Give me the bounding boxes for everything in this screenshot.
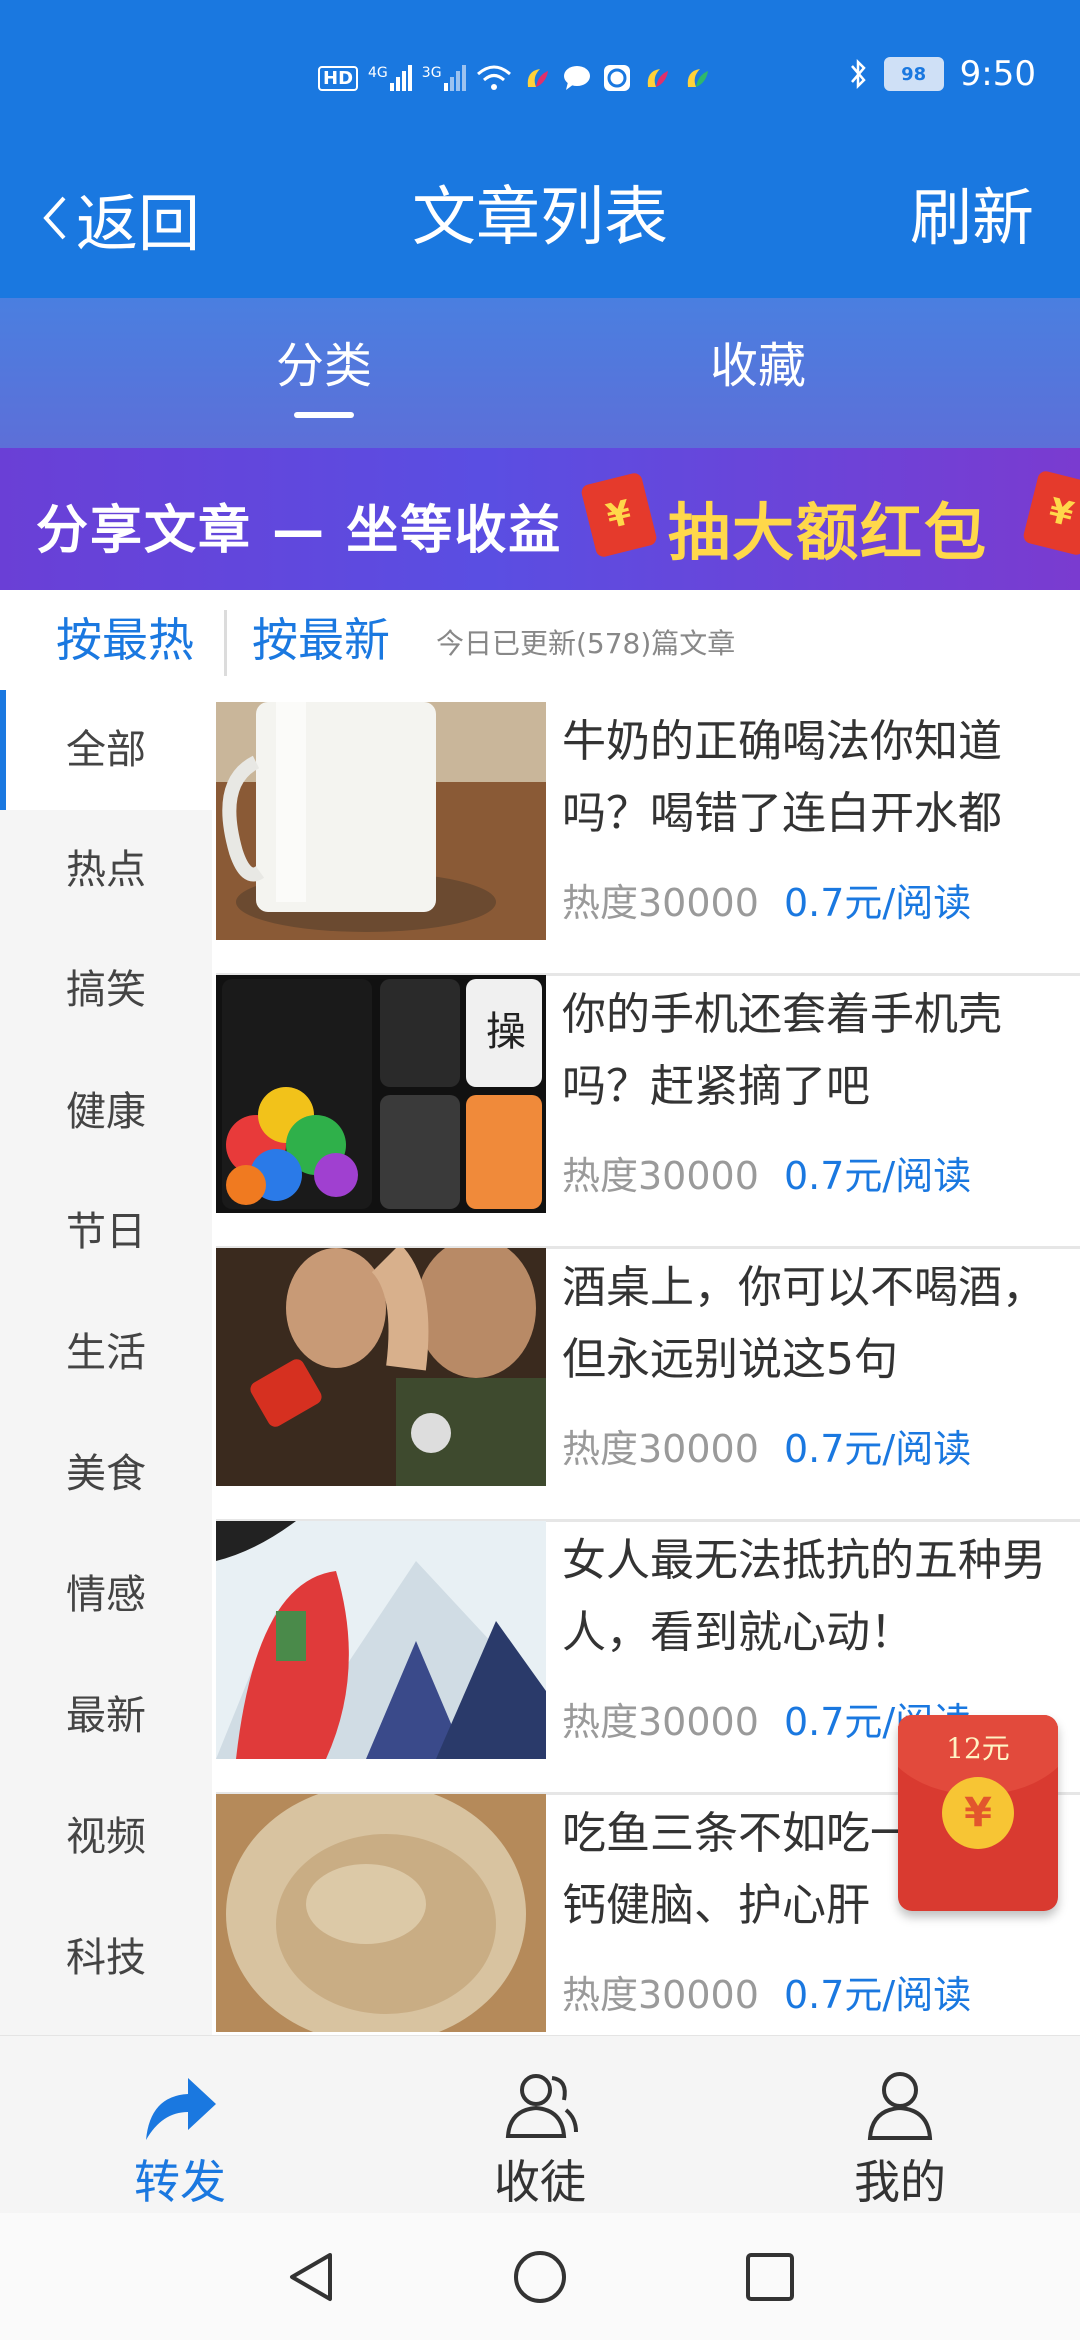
article-reward: 0.7元/阅读	[784, 1154, 972, 1198]
article-thumbnail: 操	[216, 975, 546, 1213]
sort-divider	[224, 610, 227, 676]
red-packet-amount: 12元	[946, 1732, 1010, 1765]
back-label: 返回	[76, 187, 201, 260]
status-icons: HD 4G 3G	[318, 58, 712, 98]
category-item-emotion[interactable]: 情感	[0, 1535, 212, 1655]
promo-banner[interactable]: 分享文章 — 坐等收益 ¥ 抽大额红包 ¥	[0, 448, 1080, 590]
bluetooth-icon	[850, 58, 866, 90]
article-title: 你的手机还套着手机壳吗？赶紧摘了吧	[562, 989, 1002, 1112]
system-navigation-bar	[0, 2213, 1080, 2340]
hd-indicator: HD	[318, 65, 359, 91]
article-thumbnail	[216, 1521, 546, 1759]
red-packet-icon: ¥	[579, 471, 659, 559]
users-icon	[505, 2074, 578, 2138]
red-packet-icon-2: ¥	[1021, 469, 1080, 557]
refresh-button[interactable]: 刷新	[910, 178, 1034, 258]
category-item-food[interactable]: 美食	[0, 1414, 212, 1534]
article-title: 酒桌上，你可以不喝酒，但永远别说这5句	[562, 1262, 1046, 1385]
chevron-left-icon	[43, 196, 66, 240]
article-thumbnail	[216, 1794, 546, 2032]
article-heat: 热度30000	[562, 1154, 759, 1198]
back-button[interactable]: 返回	[40, 178, 200, 260]
active-tab-indicator	[294, 412, 354, 418]
category-sidebar: 全部 热点 搞笑 健康 节日 生活 美食 情感 最新 视频 科技	[0, 690, 212, 2035]
category-item-video[interactable]: 视频	[0, 1777, 212, 1897]
recents-square-icon[interactable]	[744, 2249, 796, 2305]
article-title: 牛奶的正确喝法你知道吗？喝错了连白开水都	[562, 716, 1002, 839]
article-heat: 热度30000	[562, 881, 759, 925]
banner-left-text: 分享文章 — 坐等收益	[36, 501, 563, 561]
article-reward: 0.7元/阅读	[784, 881, 972, 925]
app-notification-icon-2	[647, 69, 668, 87]
article-thumbnail	[216, 1248, 546, 1486]
battery-indicator: 98	[883, 57, 944, 91]
nav-mine[interactable]: 我的	[720, 2036, 1080, 2214]
category-item-latest[interactable]: 最新	[0, 1656, 212, 1776]
category-item-hot[interactable]: 热点	[0, 810, 212, 930]
browser-icon	[603, 65, 630, 91]
app-notification-icon	[527, 69, 548, 87]
category-item-tech[interactable]: 科技	[0, 1898, 212, 2018]
user-icon	[867, 2072, 933, 2140]
nav-recruit[interactable]: 收徒	[360, 2036, 720, 2214]
article-item[interactable]: 牛奶的正确喝法你知道吗？喝错了连白开水都 热度30000 0.7元/阅读	[216, 700, 1080, 976]
message-icon	[563, 66, 590, 90]
sort-by-new-button[interactable]: 按最新	[252, 612, 390, 668]
status-bar: HD 4G 3G 98 9:50	[0, 0, 1080, 150]
category-item-life[interactable]: 生活	[0, 1293, 212, 1413]
category-item-health[interactable]: 健康	[0, 1052, 212, 1172]
signal-4g-label: 4G	[368, 65, 388, 81]
bottom-navigation: 转发 收徒 我的	[0, 2035, 1080, 2214]
sort-bar: 按最热 按最新 今日已更新(578)篇文章	[0, 590, 1080, 690]
nav-mine-label: 我的	[854, 2155, 946, 2209]
update-count-text: 今日已更新(578)篇文章	[436, 627, 736, 660]
article-item[interactable]: 操 你的手机还套着手机壳吗？赶紧摘了吧 热度30000 0.7元/阅读	[216, 973, 1080, 1249]
clock: 9:50	[959, 54, 1036, 94]
article-heat: 热度30000	[562, 1700, 759, 1744]
category-item-holiday[interactable]: 节日	[0, 1172, 212, 1292]
banner-right-text: 抽大额红包	[668, 496, 989, 569]
article-reward: 0.7元/阅读	[784, 1973, 972, 2017]
article-item[interactable]: 酒桌上，你可以不喝酒，但永远别说这5句 热度30000 0.7元/阅读	[216, 1246, 1080, 1522]
signal-4g-icon: 4G	[368, 65, 412, 91]
tab-bar: 分类 收藏	[0, 298, 1080, 448]
article-heat: 热度30000	[562, 1973, 759, 2017]
nav-recruit-label: 收徒	[494, 2155, 586, 2209]
article-reward: 0.7元/阅读	[784, 1427, 972, 1471]
sort-by-hot-button[interactable]: 按最热	[56, 612, 194, 668]
banner-coin-symbol: ¥	[602, 492, 636, 538]
signal-3g-icon: 3G	[422, 65, 466, 91]
category-item-all[interactable]: 全部	[0, 690, 212, 810]
app-notification-icon-3	[687, 69, 708, 87]
tab-favorites[interactable]: 收藏	[710, 336, 806, 396]
signal-3g-label: 3G	[421, 65, 442, 81]
article-heat: 热度30000	[562, 1427, 759, 1471]
tab-category[interactable]: 分类	[276, 336, 372, 396]
yuan-coin-icon: ¥	[942, 1777, 1014, 1849]
svg-text:操: 操	[486, 1009, 526, 1055]
article-title: 女人最无法抵抗的五种男人，看到就心动！	[562, 1535, 1046, 1658]
share-arrow-icon	[146, 2078, 216, 2140]
home-circle-icon[interactable]	[512, 2249, 568, 2305]
category-item-funny[interactable]: 搞笑	[0, 930, 212, 1050]
status-right: 98 9:50	[848, 54, 1036, 94]
top-navbar: 返回 文章列表 刷新	[0, 150, 1080, 298]
back-triangle-icon[interactable]	[284, 2249, 338, 2305]
floating-red-packet[interactable]: 12元 ¥	[898, 1715, 1058, 1911]
banner-coin-symbol-2: ¥	[1044, 490, 1078, 536]
nav-share-label: 转发	[134, 2155, 226, 2209]
article-thumbnail	[216, 702, 546, 940]
nav-share[interactable]: 转发	[0, 2036, 360, 2214]
wifi-icon	[476, 65, 511, 90]
